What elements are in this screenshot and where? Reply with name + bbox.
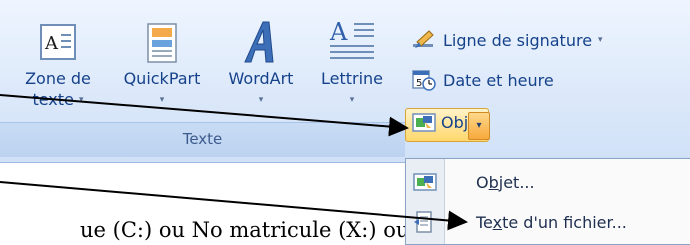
arrow-to-texte-fichier [0, 181, 468, 231]
annotation-arrows [0, 94, 468, 231]
arrow-to-objet [0, 94, 409, 137]
